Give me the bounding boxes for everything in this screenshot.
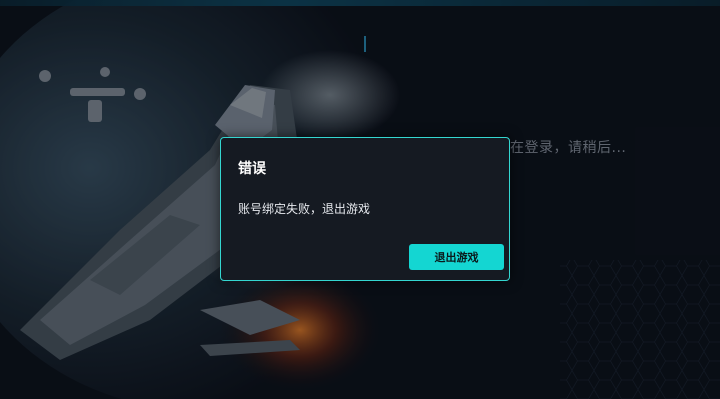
dialog-message: 账号绑定失败，退出游戏 xyxy=(238,202,371,216)
error-dialog: 错误 账号绑定失败，退出游戏 退出游戏 xyxy=(220,137,510,281)
dialog-title: 错误 xyxy=(238,161,266,177)
exit-game-button[interactable]: 退出游戏 xyxy=(409,244,504,270)
